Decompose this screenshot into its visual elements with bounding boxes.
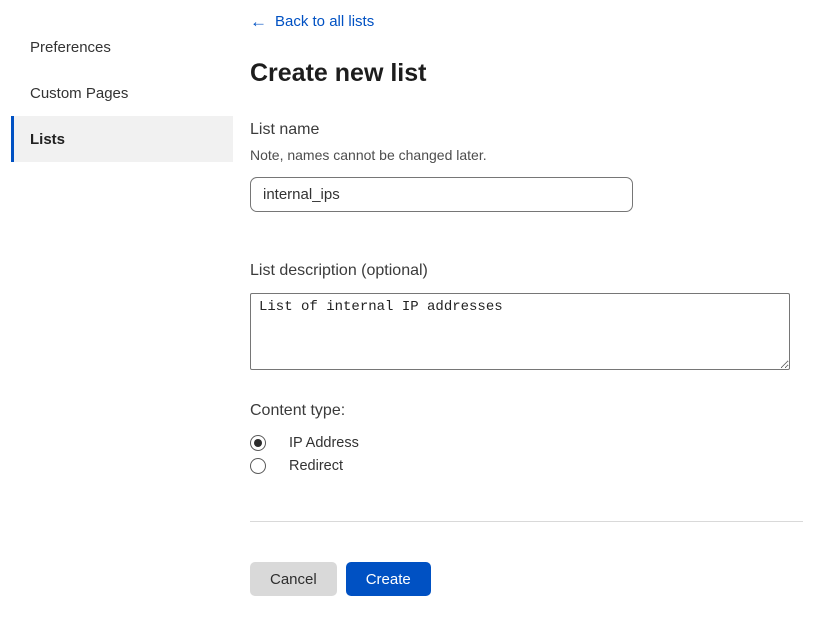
create-button[interactable]: Create: [346, 562, 431, 596]
list-name-note: Note, names cannot be changed later.: [250, 146, 803, 164]
main-content: ← Back to all lists Create new list List…: [250, 0, 803, 617]
sidebar-item-preferences[interactable]: Preferences: [0, 24, 250, 70]
back-link-label: Back to all lists: [275, 12, 374, 32]
page-title: Create new list: [250, 58, 803, 88]
list-name-input[interactable]: [250, 177, 633, 212]
content-type-label: Content type:: [250, 401, 803, 421]
sidebar-item-custom-pages[interactable]: Custom Pages: [0, 70, 250, 116]
list-description-label: List description (optional): [250, 261, 803, 281]
radio-button-icon[interactable]: [250, 435, 266, 451]
back-to-all-lists-link[interactable]: ← Back to all lists: [250, 12, 374, 32]
sidebar: Preferences Custom Pages Lists: [0, 0, 250, 617]
cancel-button[interactable]: Cancel: [250, 562, 337, 596]
radio-option-label: IP Address: [289, 435, 359, 451]
radio-option-ip-address[interactable]: IP Address: [250, 435, 803, 451]
radio-option-redirect[interactable]: Redirect: [250, 458, 803, 474]
radio-option-label: Redirect: [289, 458, 343, 474]
radio-button-icon[interactable]: [250, 458, 266, 474]
list-description-textarea[interactable]: List of internal IP addresses: [250, 293, 790, 370]
page: Preferences Custom Pages Lists ← Back to…: [0, 0, 823, 617]
sidebar-item-lists[interactable]: Lists: [11, 116, 233, 162]
section-divider: [250, 521, 803, 522]
form-actions: Cancel Create: [250, 562, 803, 596]
list-name-label: List name: [250, 120, 803, 140]
content-type-radio-group: IP Address Redirect: [250, 435, 803, 474]
back-arrow-icon: ←: [250, 12, 267, 32]
